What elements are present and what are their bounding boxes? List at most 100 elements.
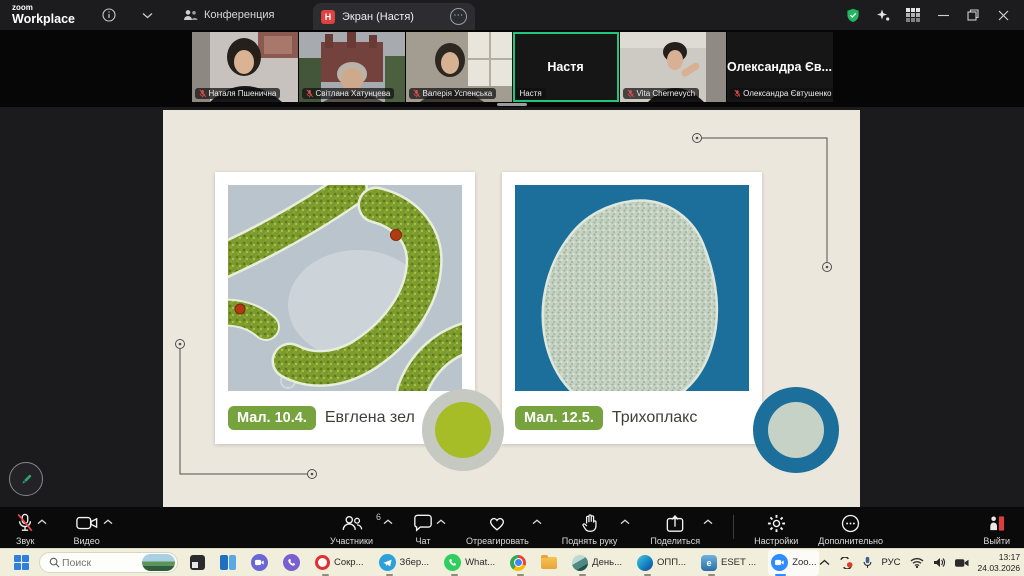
participants-button[interactable]: Участники 6 xyxy=(330,507,373,546)
running-indicator xyxy=(644,574,651,576)
leave-label: Выйти xyxy=(983,536,1010,546)
info-icon[interactable] xyxy=(97,3,121,27)
audio-label: Звук xyxy=(16,536,34,546)
language-indicator[interactable]: РУС xyxy=(881,557,900,568)
shared-screen-stage: Мал. 10.4. Евглена зел xyxy=(0,107,1024,507)
participant-name: Олександра Євтушенко xyxy=(743,89,831,98)
video-button[interactable]: Видео xyxy=(73,507,99,546)
app-label: Zoo... xyxy=(792,557,816,568)
react-button[interactable]: Отреагировать xyxy=(466,507,529,546)
participants-icon xyxy=(341,513,363,533)
zoom-app-icon xyxy=(771,554,788,571)
video-options-chevron[interactable] xyxy=(103,519,113,525)
taskbar-search[interactable] xyxy=(39,552,178,573)
app-chrome[interactable] xyxy=(507,550,529,576)
search-input[interactable] xyxy=(60,556,142,570)
dark-app-icon xyxy=(190,555,205,570)
euglena-micrograph xyxy=(228,185,462,391)
app-label: ESET ... xyxy=(721,557,756,568)
participants-chevron[interactable] xyxy=(383,519,393,525)
telegram-icon xyxy=(379,554,396,571)
participants-label: Участники xyxy=(330,536,373,546)
app-video-chat[interactable] xyxy=(248,550,271,576)
participant-name-pill: Олександра Євтушенко xyxy=(730,88,833,99)
ai-companion-icon[interactable] xyxy=(868,3,898,27)
start-button[interactable] xyxy=(14,555,29,570)
app-viber[interactable] xyxy=(280,550,303,576)
strip-collapse-handle[interactable] xyxy=(497,103,527,106)
participant-tile-valeriya[interactable]: Валерія Успенська xyxy=(406,32,512,102)
eset-icon: e xyxy=(701,555,717,571)
share-chevron[interactable] xyxy=(703,519,713,525)
restore-button[interactable] xyxy=(958,3,988,27)
gallery-view-icon[interactable] xyxy=(898,3,928,27)
app-widgets[interactable] xyxy=(217,550,239,576)
chrome-icon xyxy=(510,555,526,571)
muted-mic-icon xyxy=(413,89,420,98)
accent-circle-olive-fill xyxy=(435,402,491,458)
tray-time: 13:17 xyxy=(999,552,1020,562)
share-screen-icon xyxy=(666,513,684,533)
participant-tile-vita[interactable]: Vita Chernevych xyxy=(620,32,726,102)
tray-expand-chevron[interactable] xyxy=(819,559,830,566)
annotate-pencil-button[interactable] xyxy=(9,462,43,496)
participant-name-pill: Vita Chernevych xyxy=(623,88,700,99)
close-button[interactable] xyxy=(988,3,1018,27)
chat-chevron[interactable] xyxy=(436,519,446,525)
app-label: Збер... xyxy=(400,557,430,568)
video-chat-icon xyxy=(251,554,268,571)
leave-button[interactable]: Выйти xyxy=(983,507,1010,546)
app-whatsapp[interactable]: What... xyxy=(441,550,498,576)
tab-conference[interactable]: Конференция xyxy=(183,9,274,21)
share-screen-button[interactable]: Поделиться xyxy=(650,507,700,546)
minimize-button[interactable] xyxy=(928,3,958,27)
app-zoom-active[interactable]: Zoo... xyxy=(768,550,819,576)
tab-screen-share[interactable]: Н Экран (Настя) ⋯ xyxy=(313,3,475,30)
presentation-slide: Мал. 10.4. Евглена зел xyxy=(163,110,860,507)
app-opera[interactable]: Сокр... xyxy=(312,550,367,576)
tray-mic-icon[interactable] xyxy=(863,556,872,569)
tab-more-icon[interactable]: ⋯ xyxy=(450,8,467,25)
trichoplax-micrograph xyxy=(515,185,749,391)
settings-button[interactable]: Настройки xyxy=(754,507,798,546)
app-telegram[interactable]: Збер... xyxy=(376,550,433,576)
wifi-icon[interactable] xyxy=(910,557,924,568)
figure-badge: Мал. 10.4. xyxy=(228,406,316,430)
app-dark-tile[interactable] xyxy=(187,550,208,576)
tray-clock[interactable]: 13:17 24.03.2026 xyxy=(978,552,1021,573)
toolbar-divider xyxy=(733,515,734,539)
security-shield-icon[interactable] xyxy=(838,3,868,27)
participant-tile-oleksandra[interactable]: Олександра Єв... Олександра Євтушенко xyxy=(727,32,833,102)
chat-button[interactable]: Чат xyxy=(413,507,433,546)
chevron-down-icon[interactable] xyxy=(135,3,159,27)
app-label: What... xyxy=(465,557,495,568)
recording-indicator-icon[interactable] xyxy=(839,557,854,569)
participant-strip: Наталя Пшенична Світлана Хатунцева Валер… xyxy=(0,30,1024,107)
accent-circle-olive xyxy=(422,389,504,471)
raise-hand-chevron[interactable] xyxy=(620,519,630,525)
raise-hand-button[interactable]: Поднять руку xyxy=(562,507,618,546)
participant-name-pill: Наталя Пшенична xyxy=(195,88,281,99)
mic-muted-icon xyxy=(16,513,34,533)
search-daily-image[interactable] xyxy=(142,554,175,571)
heart-icon xyxy=(487,513,507,533)
edge-icon xyxy=(637,555,653,571)
logo-workplace: Workplace xyxy=(12,13,75,26)
audio-button[interactable]: Звук xyxy=(16,507,34,546)
react-chevron[interactable] xyxy=(532,519,542,525)
app-eset[interactable]: e ESET ... xyxy=(698,550,759,576)
app-day-site[interactable]: День... xyxy=(569,550,625,576)
figure-caption: Мал. 12.5. Трихоплакс xyxy=(515,400,756,436)
audio-options-chevron[interactable] xyxy=(37,519,47,525)
camera-in-use-icon[interactable] xyxy=(955,558,969,568)
speaker-icon[interactable] xyxy=(933,557,946,568)
participant-tile-natalya[interactable]: Наталя Пшенична xyxy=(192,32,298,102)
running-indicator xyxy=(579,574,586,576)
app-edge[interactable]: ОПП... xyxy=(634,550,689,576)
participant-tile-nastya-active[interactable]: Настя Настя xyxy=(513,32,619,102)
raise-hand-label: Поднять руку xyxy=(562,536,618,546)
more-button[interactable]: Дополнительно xyxy=(818,507,883,546)
app-label: ОПП... xyxy=(657,557,686,568)
participant-tile-svitlana[interactable]: Світлана Хатунцева xyxy=(299,32,405,102)
app-file-explorer[interactable] xyxy=(538,550,560,576)
